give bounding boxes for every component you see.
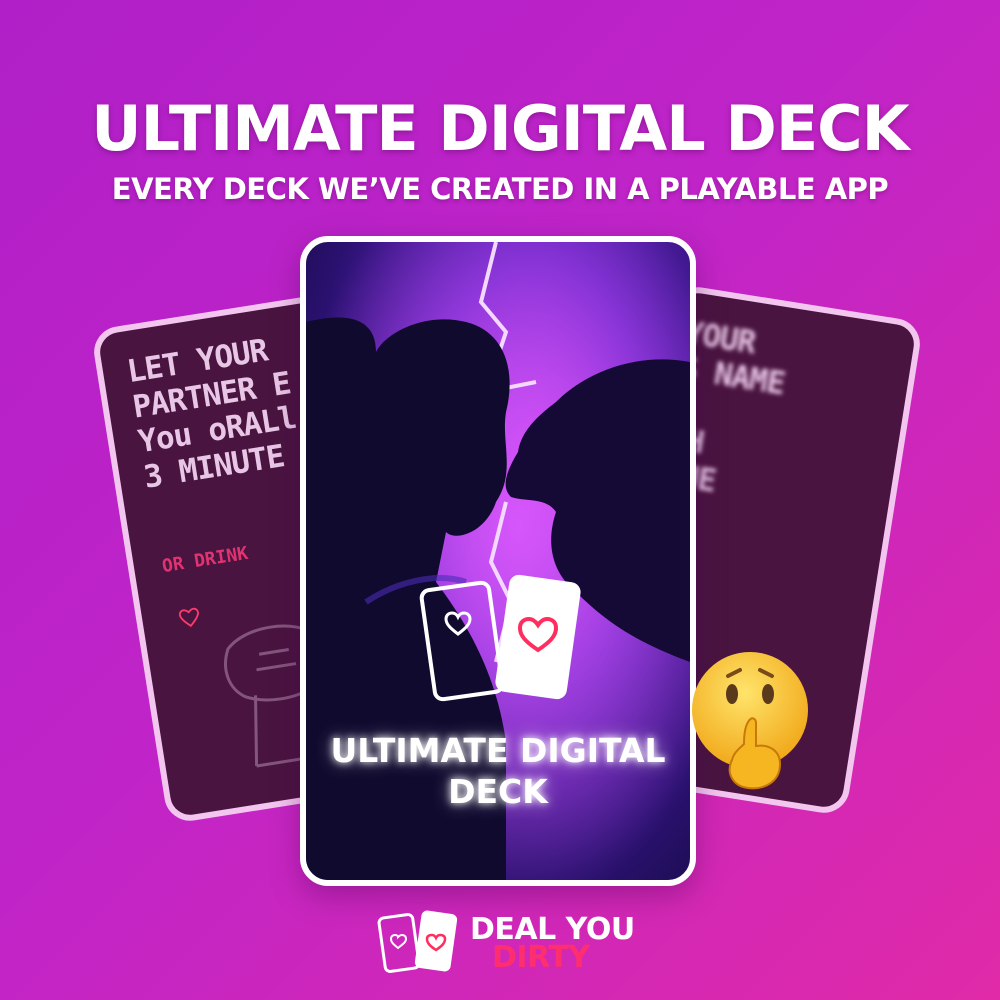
deck-logo-icon	[419, 574, 581, 702]
shushing-face-emoji-icon	[692, 652, 808, 790]
left-card-subtext: OR DRINK	[160, 542, 250, 578]
right-card-text: YOUR S NAME TH GUE	[660, 314, 788, 500]
headline: ULTIMATE DIGITAL DECK	[91, 92, 909, 165]
main-deck-card: ULTIMATE DIGITAL DECK	[300, 236, 696, 886]
brand-logo-icon	[377, 910, 458, 973]
card-title: ULTIMATE DIGITAL DECK	[330, 731, 666, 812]
brand-name-line2: DIRTY	[492, 940, 590, 975]
subheadline: EVERY DECK WE’VE CREATED IN A PLAYABLE A…	[111, 172, 889, 206]
